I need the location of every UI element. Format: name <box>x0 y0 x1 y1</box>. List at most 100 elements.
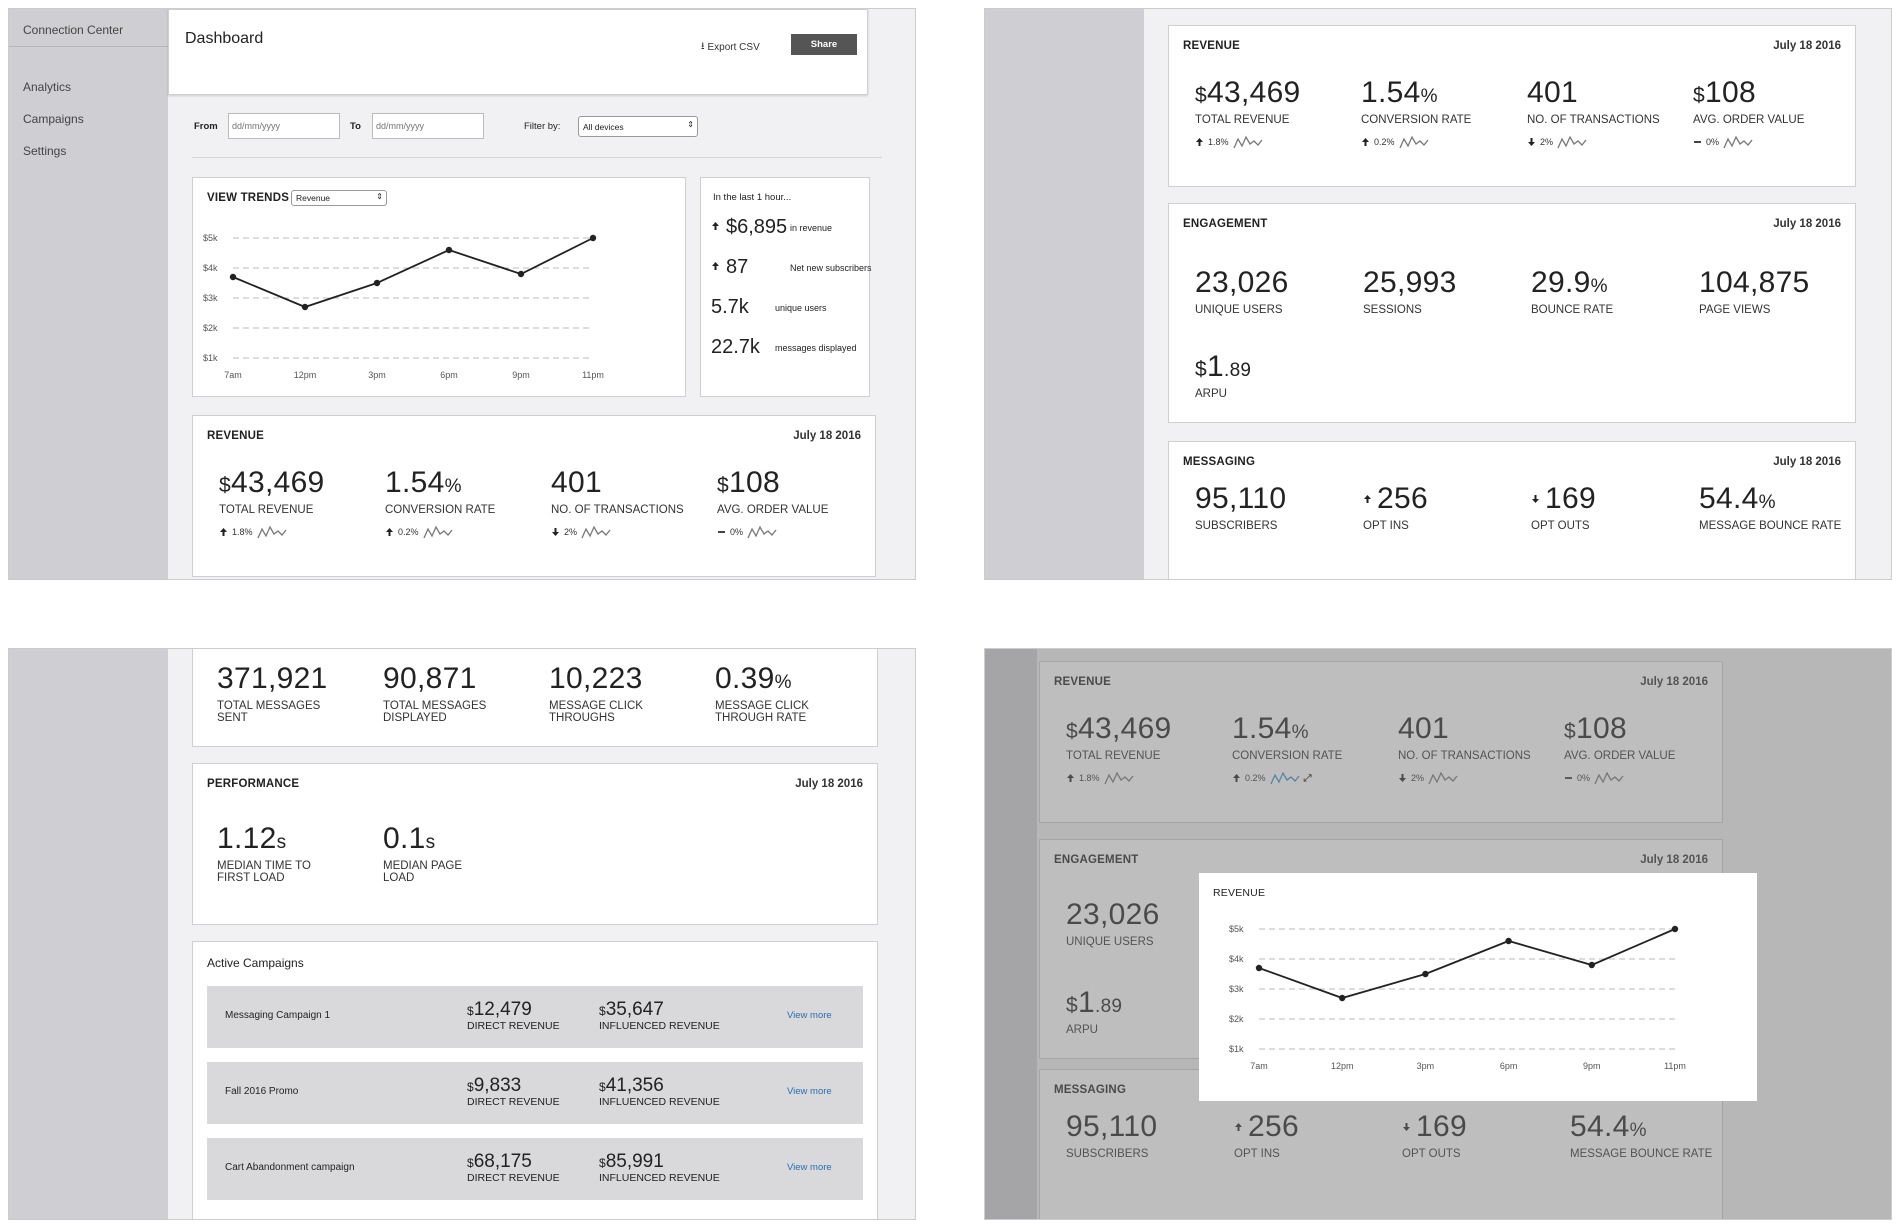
data-point[interactable] <box>373 279 381 287</box>
y-tick-label: $5k <box>203 233 218 243</box>
data-point[interactable] <box>301 303 309 311</box>
brand-title: Connection Center <box>9 9 168 47</box>
metric-label: AVG. ORDER VALUE <box>717 504 829 516</box>
sparkline-icon[interactable] <box>256 524 287 540</box>
metric-label: TOTAL MESSAGES DISPLAYED <box>383 700 487 724</box>
metric-unit: % <box>444 476 462 497</box>
view-more-link[interactable]: View more <box>787 1162 832 1173</box>
filters-row: From To Filter by: All devices ⇕ <box>194 113 854 143</box>
sidebar-nav: Analytics Campaigns Settings <box>9 71 168 167</box>
revenue-number: 85,991 <box>605 1151 664 1172</box>
data-point[interactable] <box>445 246 453 254</box>
engagement-title: ENGAGEMENT <box>1183 218 1268 230</box>
campaign-row[interactable]: Messaging Campaign 1 $12,479 DIRECT REVENU… <box>207 986 863 1048</box>
active-campaigns-title: Active Campaigns <box>207 956 304 970</box>
engagement-card: ENGAGEMENT July 18 2016 23,026 UNIQUE USERS… <box>1168 203 1856 423</box>
revenue-number: 41,356 <box>605 1075 664 1096</box>
revenue-chart-popup: REVENUE $5k $4k $3k $2k $1k 7am 12pm 3pm 6pm 9pm 1… <box>1199 873 1757 1101</box>
campaign-revenue-label: INFLUENCED REVENUE <box>599 1096 720 1108</box>
metric-value: $108 <box>717 466 828 500</box>
sparkline-icon[interactable] <box>1232 134 1263 150</box>
revenue-number: 35,647 <box>605 999 664 1020</box>
campaign-row[interactable]: Fall 2016 Promo $9,833 DIRECT REVENUE $41,3… <box>207 1062 863 1124</box>
from-date-input[interactable] <box>228 113 340 139</box>
trend-percent: 1.8% <box>1208 137 1229 147</box>
metric-number: 43,469 <box>1206 76 1301 109</box>
revenue-metric: 401 NO. OF TRANSACTIONS 2% <box>551 466 684 540</box>
data-point[interactable] <box>517 270 525 278</box>
trend-arrow-down-icon <box>1532 495 1539 503</box>
sidebar-item-settings[interactable]: Settings <box>9 135 168 167</box>
last-hour-label: unique users <box>775 302 827 313</box>
metric-number: 108 <box>728 466 780 499</box>
engagement-metric: 29.9% BOUNCE RATE <box>1531 266 1613 316</box>
metric-label: PAGE VIEWS <box>1699 304 1771 316</box>
metric-number: 169 <box>1545 482 1596 515</box>
data-point[interactable] <box>1505 937 1512 945</box>
data-point[interactable] <box>1339 994 1346 1002</box>
to-label: To <box>350 121 361 132</box>
last-hour-label: messages displayed <box>775 342 857 353</box>
y-tick-label: $4k <box>203 263 218 273</box>
messaging-title: MESSAGING <box>1183 456 1256 468</box>
sidebar <box>9 649 168 1219</box>
campaign-row[interactable]: Cart Abandonment campaign $68,175 DIRECT R… <box>207 1138 863 1200</box>
metric-number: 95,110 <box>1195 482 1287 515</box>
metric-label: OPT INS <box>1363 520 1409 532</box>
series-line <box>1258 928 1676 999</box>
metric-value: 1.54% <box>385 466 495 500</box>
data-point[interactable] <box>1588 961 1595 969</box>
view-more-link[interactable]: View more <box>787 1010 832 1021</box>
messaging-card: MESSAGING July 18 2016 95,110 SUBSCRIBERS 25… <box>1168 441 1856 579</box>
last-hour-item: 22.7k messages displayed <box>711 336 857 359</box>
sparkline-icon[interactable] <box>581 524 611 540</box>
campaign-name: Fall 2016 Promo <box>225 1086 299 1097</box>
metric-unit: .89 <box>1223 360 1252 381</box>
metric-value: $43,469 <box>1195 76 1301 110</box>
data-point[interactable] <box>1671 925 1679 933</box>
currency-symbol: $ <box>467 1004 474 1018</box>
data-point[interactable] <box>589 234 597 242</box>
to-date-input[interactable] <box>372 113 484 139</box>
sidebar-item-analytics[interactable]: Analytics <box>9 71 168 103</box>
sparkline-icon[interactable] <box>422 524 453 540</box>
trend-up-icon <box>386 528 393 536</box>
metric-label: NO. OF TRANSACTIONS <box>551 504 684 516</box>
sparkline-icon[interactable] <box>1557 134 1587 150</box>
data-point[interactable] <box>1255 964 1263 972</box>
metric-trend: 0.2% <box>385 524 495 540</box>
x-tick-label: 11pm <box>1664 1061 1686 1071</box>
metric-number: 23,026 <box>1195 266 1289 299</box>
sparkline-icon[interactable] <box>1723 134 1753 150</box>
view-more-link[interactable]: View more <box>787 1086 832 1097</box>
revenue-metric: $108 AVG. ORDER VALUE 0% <box>1693 76 1804 150</box>
revenue-title: REVENUE <box>207 430 264 442</box>
metric-value: 104,875 <box>1699 266 1810 300</box>
y-tick-label: $3k <box>203 293 218 303</box>
popup-line-chart: $5k $4k $3k $2k $1k 7am 12pm 3pm 6pm 9pm 11pm <box>1229 924 1686 1071</box>
metric-number: 25,993 <box>1363 266 1457 299</box>
sparkline-icon[interactable] <box>747 524 777 540</box>
campaign-revenue-label: DIRECT REVENUE <box>467 1172 560 1184</box>
metric-number: 108 <box>1704 76 1756 109</box>
metric-unit: % <box>1758 492 1776 513</box>
device-filter-select[interactable]: All devices ⇕ <box>578 116 698 137</box>
from-label: From <box>194 121 218 132</box>
trend-up-icon <box>220 528 227 536</box>
export-csv-button[interactable]: ⭳ Export CSV <box>701 39 760 56</box>
metric-unit: % <box>1420 86 1438 107</box>
currency-symbol: $ <box>467 1156 474 1170</box>
messaging-metric: 256 OPT INS <box>1363 482 1428 532</box>
data-point[interactable] <box>229 273 237 281</box>
x-tick-label: 12pm <box>294 370 317 380</box>
trend-percent: 2% <box>564 527 578 537</box>
trend-flat-icon <box>718 531 725 533</box>
y-tick-label: $5k <box>1229 924 1244 934</box>
sidebar-item-campaigns[interactable]: Campaigns <box>9 103 168 135</box>
x-tick-label: 12pm <box>1331 1061 1354 1071</box>
sparkline-icon[interactable] <box>1398 134 1429 150</box>
messaging-metric: 371,921 TOTAL MESSAGES SENT <box>217 662 328 724</box>
data-point[interactable] <box>1422 970 1429 978</box>
metric-value: 54.4% <box>1699 482 1841 516</box>
share-button[interactable]: Share <box>791 34 857 55</box>
